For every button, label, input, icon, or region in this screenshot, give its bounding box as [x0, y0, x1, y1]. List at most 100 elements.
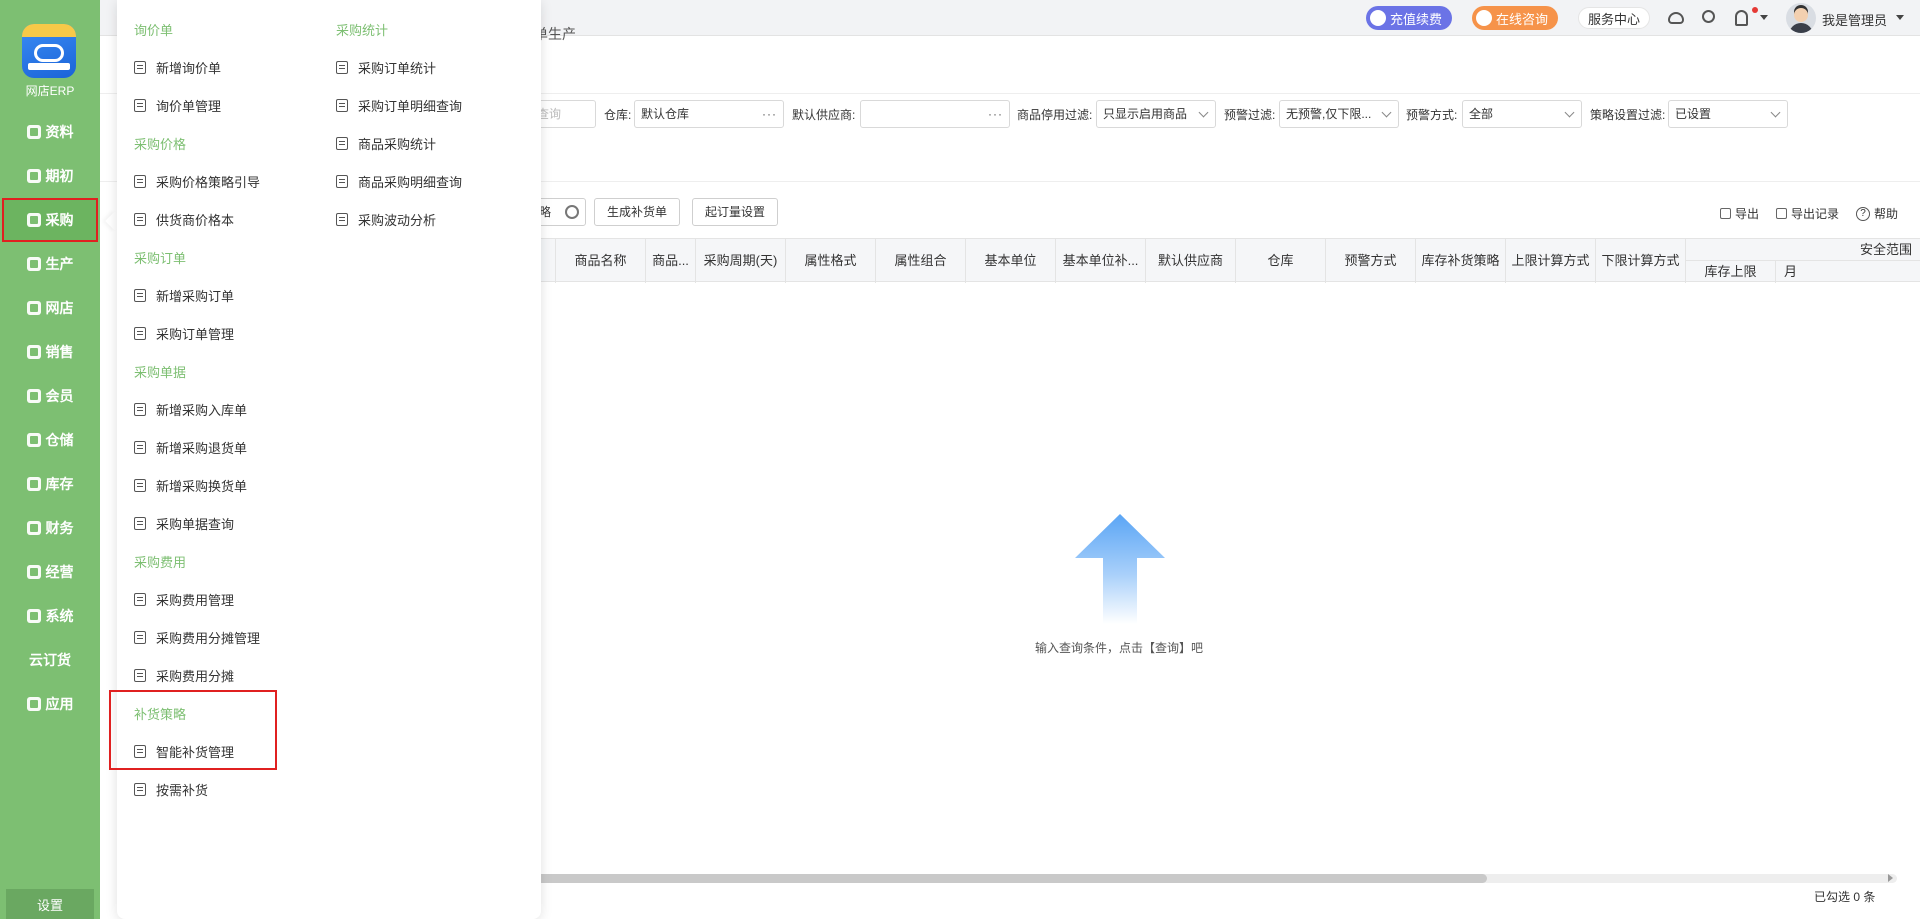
- col-attr-format[interactable]: 属性格式: [786, 239, 876, 283]
- menu-item-cost-allocation[interactable]: 采购费用分摊: [134, 666, 234, 685]
- menu-item-item-purchase-stats[interactable]: 商品采购统计: [336, 134, 436, 153]
- user-name[interactable]: 我是管理员: [1822, 10, 1887, 29]
- menu-item-document-query[interactable]: 采购单据查询: [134, 514, 234, 533]
- sidebar-item-sales[interactable]: 销售: [4, 332, 96, 372]
- settings-button[interactable]: 设置: [6, 889, 94, 919]
- purchase-dropdown-menu: 询价单 新增询价单 询价单管理 采购价格 采购价格策略引导 供货商价格本 采购订…: [117, 0, 541, 919]
- menu-section-documents: 采购单据: [134, 365, 187, 380]
- gear-icon[interactable]: [565, 205, 579, 219]
- menu-item-new-return[interactable]: 新增采购退货单: [134, 438, 247, 457]
- more-icon: ···: [762, 107, 777, 121]
- main-sidebar: 网店ERP 资料 期初 采购 生产 网店 销售 会员 仓储 库存 财务 经营 系…: [0, 0, 100, 919]
- col-warehouse[interactable]: 仓库: [1236, 239, 1326, 283]
- menu-item-order-manage[interactable]: 采购订单管理: [134, 324, 234, 343]
- app-logo[interactable]: [22, 24, 76, 78]
- col-item-more[interactable]: 商品...: [646, 239, 696, 283]
- download-cloud-icon[interactable]: [1668, 12, 1684, 24]
- sidebar-item-member[interactable]: 会员: [4, 376, 96, 416]
- warn-filter-select[interactable]: 无预警,仅下限...: [1279, 100, 1399, 128]
- allocation-icon: [134, 669, 146, 682]
- col-stock-upper[interactable]: 库存上限: [1686, 261, 1776, 283]
- col-item-name[interactable]: 商品名称: [556, 239, 646, 283]
- col-upper-calc[interactable]: 上限计算方式: [1506, 239, 1596, 283]
- help-button[interactable]: ? 帮助: [1856, 205, 1898, 222]
- chart-icon: [26, 565, 41, 579]
- col-purchase-cycle[interactable]: 采购周期(天): [696, 239, 786, 283]
- supplier-field[interactable]: ···: [860, 100, 1010, 128]
- user-menu-chevron-icon[interactable]: [1896, 15, 1904, 20]
- chevron-down-icon: [1381, 107, 1392, 118]
- chevron-down-icon[interactable]: [1760, 15, 1768, 20]
- disable-filter-select[interactable]: 只显示启用商品: [1096, 100, 1216, 128]
- scroll-right-icon[interactable]: [1888, 874, 1893, 882]
- menu-item-price-strategy-guide[interactable]: 采购价格策略引导: [134, 172, 260, 191]
- menu-item-new-inbound[interactable]: 新增采购入库单: [134, 400, 247, 419]
- menu-item-order-stats[interactable]: 采购订单统计: [336, 58, 436, 77]
- sidebar-item-inventory[interactable]: 库存: [4, 464, 96, 504]
- chevron-down-icon: [1198, 107, 1209, 118]
- sidebar-item-apps[interactable]: 应用: [4, 684, 96, 724]
- generate-replenish-button[interactable]: 生成补货单: [594, 198, 681, 226]
- gear-icon: [26, 609, 41, 623]
- menu-item-new-exchange[interactable]: 新增采购换货单: [134, 476, 247, 495]
- search-document-icon: [336, 175, 348, 188]
- export-icon: [1720, 208, 1731, 219]
- menu-section-order: 采购订单: [134, 251, 187, 266]
- online-consult-button[interactable]: 在线咨询: [1472, 6, 1559, 30]
- avatar[interactable]: [1786, 3, 1816, 33]
- export-log-button[interactable]: 导出记录: [1776, 205, 1839, 222]
- bell-icon[interactable]: [1735, 10, 1748, 26]
- menu-item-item-purchase-detail[interactable]: 商品采购明细查询: [336, 172, 462, 191]
- menu-item-cost-manage[interactable]: 采购费用管理: [134, 590, 234, 609]
- warehouse-field[interactable]: 默认仓库 ···: [634, 100, 784, 128]
- moq-setting-button[interactable]: 起订量设置: [692, 198, 779, 226]
- menu-item-new-order[interactable]: 新增采购订单: [134, 286, 234, 305]
- col-attr-combo[interactable]: 属性组合: [876, 239, 966, 283]
- sidebar-item-data[interactable]: 资料: [4, 112, 96, 152]
- warn-method-label: 预警方式:: [1406, 108, 1458, 122]
- sidebar-item-cloud-order[interactable]: 云订货: [4, 640, 96, 680]
- disable-filter-label: 商品停用过滤:: [1017, 108, 1093, 122]
- warn-filter-label: 预警过滤:: [1224, 108, 1276, 122]
- notification-dot: [1752, 7, 1758, 13]
- sidebar-item-finance[interactable]: 财务: [4, 508, 96, 548]
- col-default-supplier[interactable]: 默认供应商: [1146, 239, 1236, 283]
- menu-item-on-demand-replenish[interactable]: 按需补货: [134, 780, 208, 799]
- col-base-unit[interactable]: 基本单位: [966, 239, 1056, 283]
- cart-icon: [134, 593, 146, 606]
- sidebar-item-production[interactable]: 生产: [4, 244, 96, 284]
- sidebar-item-shop[interactable]: 网店: [4, 288, 96, 328]
- export-button[interactable]: 导出: [1720, 205, 1759, 222]
- menu-item-purchase-fluctuation[interactable]: 采购波动分析: [336, 210, 436, 229]
- service-center-button[interactable]: 服务中心: [1578, 7, 1651, 29]
- member-icon: [26, 389, 41, 403]
- trend-icon: [336, 213, 348, 226]
- strategy-filter-select[interactable]: 已设置: [1668, 100, 1788, 128]
- menu-item-supplier-price-book[interactable]: 供货商价格本: [134, 210, 234, 229]
- menu-item-cost-allocation-manage[interactable]: 采购费用分摊管理: [134, 628, 260, 647]
- inbound-icon: [134, 403, 146, 416]
- col-base-unit-extra[interactable]: 基本单位补...: [1056, 239, 1146, 283]
- sidebar-item-purchase[interactable]: 采购: [2, 198, 98, 242]
- menu-item-inquiry-manage[interactable]: 询价单管理: [134, 96, 221, 115]
- warn-method-select[interactable]: 全部: [1462, 100, 1582, 128]
- menu-section-price: 采购价格: [134, 137, 187, 152]
- menu-item-new-inquiry[interactable]: 新增询价单: [134, 58, 221, 77]
- menu-item-order-detail-query[interactable]: 采购订单明细查询: [336, 96, 462, 115]
- finance-icon: [26, 521, 41, 535]
- col-replenish-strategy[interactable]: 库存补货策略: [1416, 239, 1506, 283]
- price-icon: [134, 175, 146, 188]
- sidebar-item-system[interactable]: 系统: [4, 596, 96, 636]
- col-group-safety-range: 安全范围: [1686, 239, 1920, 261]
- col-lower-calc[interactable]: 下限计算方式: [1596, 239, 1686, 283]
- sidebar-item-storage[interactable]: 仓储: [4, 420, 96, 460]
- sidebar-item-opening[interactable]: 期初: [4, 156, 96, 196]
- sidebar-item-operation[interactable]: 经营: [4, 552, 96, 592]
- search-document-icon: [336, 99, 348, 112]
- col-month[interactable]: 月: [1776, 261, 1920, 283]
- search-icon[interactable]: [1702, 10, 1715, 23]
- sales-icon: [26, 345, 41, 359]
- horizontal-scrollbar[interactable]: [442, 874, 1487, 883]
- col-warn-method[interactable]: 预警方式: [1326, 239, 1416, 283]
- recharge-button[interactable]: 充值续费: [1366, 6, 1453, 30]
